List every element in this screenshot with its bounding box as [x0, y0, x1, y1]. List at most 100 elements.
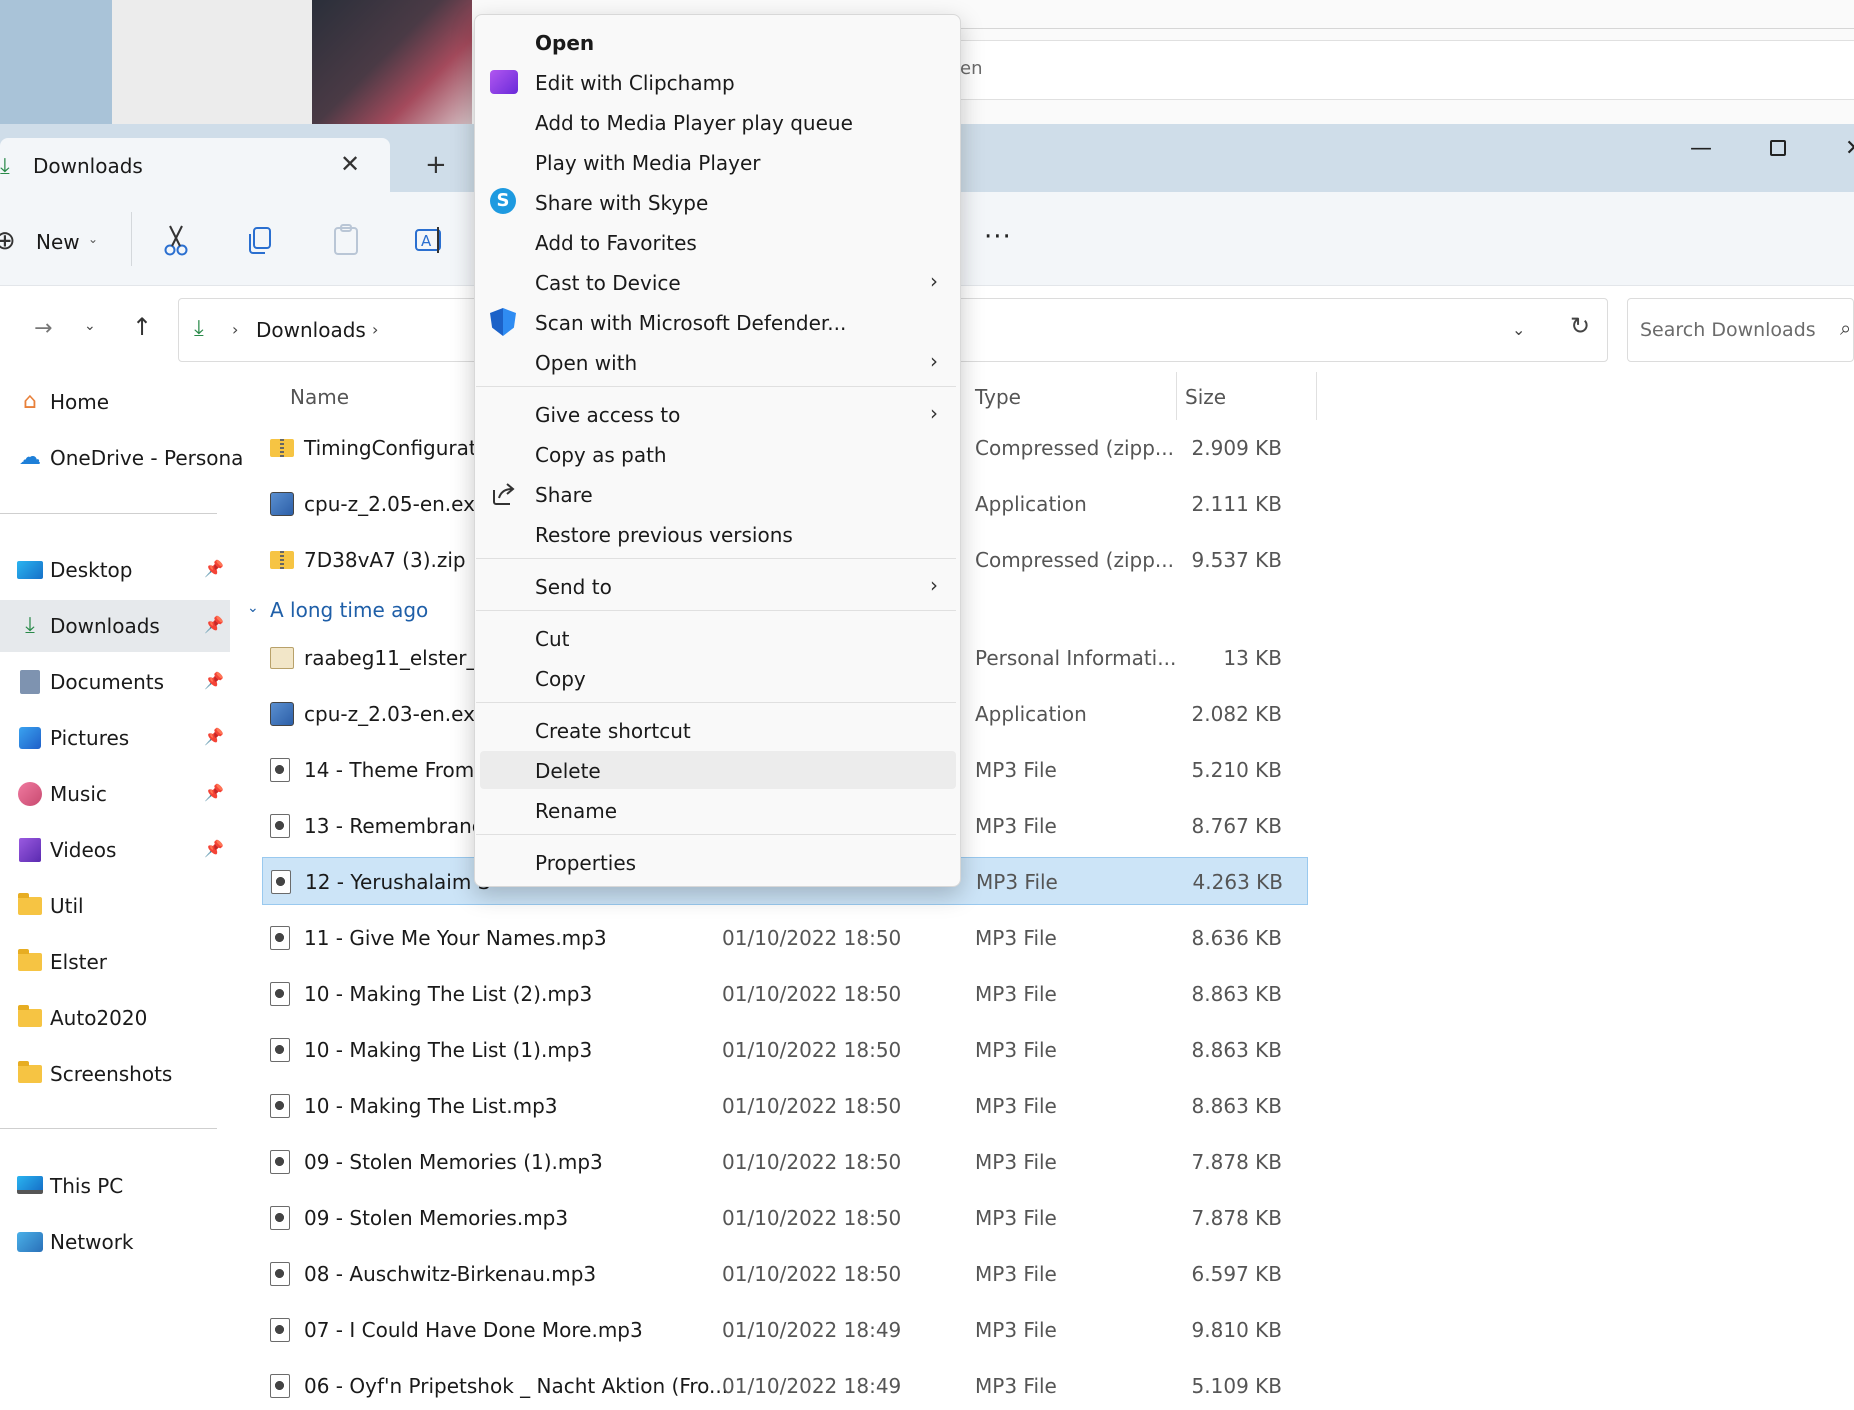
audio-file-icon	[270, 1262, 292, 1286]
download-icon: ⤓	[0, 154, 10, 179]
pin-icon[interactable]: 📌	[204, 671, 224, 690]
chevron-right-icon: ›	[930, 269, 938, 293]
sidebar-item-videos[interactable]: Videos 📌	[0, 824, 230, 876]
menu-item-copy[interactable]: Copy	[480, 659, 956, 697]
skype-icon: S	[490, 188, 518, 216]
column-divider[interactable]	[1176, 372, 1177, 420]
group-header[interactable]: A long time ago	[270, 598, 428, 622]
file-row[interactable]: 09 - Stolen Memories (1).mp3 01/10/2022 …	[262, 1138, 1308, 1186]
menu-item-add-to-play-queue[interactable]: Add to Media Player play queue	[480, 103, 956, 141]
maximize-button[interactable]	[1770, 140, 1786, 156]
menu-item-open[interactable]: Open	[480, 23, 956, 61]
pin-icon[interactable]: 📌	[204, 615, 224, 634]
search-icon[interactable]: ⌕	[1840, 316, 1851, 340]
pictures-icon	[16, 725, 44, 751]
menu-item-create-shortcut[interactable]: Create shortcut	[480, 711, 956, 749]
address-history-dropdown[interactable]: ⌄	[1512, 320, 1525, 339]
sidebar-item-network[interactable]: Network	[0, 1216, 230, 1268]
sidebar-item-documents[interactable]: Documents 📌	[0, 656, 230, 708]
sidebar-item-downloads[interactable]: ⤓ Downloads 📌	[0, 600, 230, 652]
column-header-name[interactable]: Name	[290, 385, 349, 409]
menu-item-restore-versions[interactable]: Restore previous versions	[480, 515, 956, 553]
file-row[interactable]: 10 - Making The List.mp3 01/10/2022 18:5…	[262, 1082, 1308, 1130]
sidebar-item-auto2020[interactable]: Auto2020	[0, 992, 230, 1044]
paste-icon[interactable]	[330, 222, 362, 258]
file-row[interactable]: 08 - Auschwitz-Birkenau.mp3 01/10/2022 1…	[262, 1250, 1308, 1298]
home-icon: ⌂	[23, 389, 37, 414]
toolbar-divider	[131, 212, 132, 266]
column-header-type[interactable]: Type	[975, 385, 1021, 409]
menu-item-cast-to-device[interactable]: Cast to Device ›	[480, 263, 956, 301]
background-divider	[845, 28, 1854, 29]
recent-locations-button[interactable]: ⌄	[84, 318, 96, 334]
sidebar-item-home[interactable]: ⌂ Home	[0, 376, 230, 428]
menu-item-open-with[interactable]: Open with ›	[480, 343, 956, 381]
column-divider[interactable]	[1316, 372, 1317, 420]
more-options-button[interactable]: ···	[984, 222, 1012, 252]
file-row[interactable]: 11 - Give Me Your Names.mp3 01/10/2022 1…	[262, 914, 1308, 962]
pin-icon[interactable]: 📌	[204, 727, 224, 746]
pin-icon[interactable]: 📌	[204, 839, 224, 858]
chevron-right-icon: ›	[930, 349, 938, 373]
menu-item-edit-clipchamp[interactable]: Edit with Clipchamp	[480, 63, 956, 101]
sidebar-item-desktop[interactable]: Desktop 📌	[0, 544, 230, 596]
sidebar-item-elster[interactable]: Elster	[0, 936, 230, 988]
sidebar-item-music[interactable]: Music 📌	[0, 768, 230, 820]
menu-item-play-media-player[interactable]: Play with Media Player	[480, 143, 956, 181]
copy-icon[interactable]	[245, 222, 277, 258]
audio-file-icon	[270, 1094, 292, 1118]
sidebar-divider	[0, 513, 217, 514]
menu-item-scan-defender[interactable]: Scan with Microsoft Defender...	[480, 303, 956, 341]
pin-icon[interactable]: 📌	[204, 783, 224, 802]
menu-item-copy-as-path[interactable]: Copy as path	[480, 435, 956, 473]
menu-item-cut[interactable]: Cut	[480, 619, 956, 657]
menu-item-delete[interactable]: Delete	[480, 751, 956, 789]
forward-button[interactable]: →	[34, 316, 52, 341]
menu-item-properties[interactable]: Properties	[480, 843, 956, 881]
clipchamp-icon	[490, 68, 518, 96]
breadcrumb-chevron[interactable]: ›	[232, 320, 238, 339]
new-tab-button[interactable]: +	[425, 150, 447, 180]
sidebar-item-this-pc[interactable]: This PC	[0, 1160, 230, 1212]
sidebar-item-onedrive[interactable]: ☁ OneDrive - Persona	[0, 432, 243, 484]
menu-item-share[interactable]: Share	[480, 475, 956, 513]
videos-icon	[16, 837, 44, 863]
chevron-down-icon[interactable]: ⌄	[88, 232, 98, 246]
menu-separator	[476, 386, 956, 387]
pin-icon[interactable]: 📌	[204, 559, 224, 578]
menu-item-rename[interactable]: Rename	[480, 791, 956, 829]
folder-icon	[16, 1061, 44, 1087]
file-row[interactable]: 09 - Stolen Memories.mp3 01/10/2022 18:5…	[262, 1194, 1308, 1242]
folder-icon	[16, 949, 44, 975]
breadcrumb-chevron[interactable]: ›	[372, 320, 378, 339]
add-circle-icon[interactable]: ⊕	[0, 226, 16, 256]
menu-item-share-skype[interactable]: S Share with Skype	[480, 183, 956, 221]
rename-icon[interactable]: A	[414, 222, 446, 258]
audio-file-icon	[270, 926, 292, 950]
minimize-button[interactable]: —	[1690, 136, 1712, 161]
background-window-panel	[112, 0, 312, 124]
menu-item-add-favorites[interactable]: Add to Favorites	[480, 223, 956, 261]
menu-item-give-access[interactable]: Give access to ›	[480, 395, 956, 433]
sidebar-item-util[interactable]: Util	[0, 880, 230, 932]
audio-file-icon	[270, 982, 292, 1006]
audio-file-icon	[270, 1206, 292, 1230]
file-row[interactable]: 10 - Making The List (2).mp3 01/10/2022 …	[262, 970, 1308, 1018]
menu-separator	[476, 558, 956, 559]
breadcrumb-downloads[interactable]: Downloads	[256, 318, 366, 342]
sidebar-item-screenshots[interactable]: Screenshots	[0, 1048, 230, 1100]
sidebar-item-pictures[interactable]: Pictures 📌	[0, 712, 230, 764]
menu-item-send-to[interactable]: Send to ›	[480, 567, 956, 605]
file-row[interactable]: 10 - Making The List (1).mp3 01/10/2022 …	[262, 1026, 1308, 1074]
refresh-button[interactable]: ↻	[1570, 312, 1590, 340]
tab-close-button[interactable]: ✕	[340, 150, 360, 178]
new-button[interactable]: New	[36, 230, 80, 254]
column-header-size[interactable]: Size	[1185, 385, 1226, 409]
audio-file-icon	[270, 758, 292, 782]
up-button[interactable]: ↑	[132, 313, 152, 341]
close-window-button[interactable]: ✕	[1845, 136, 1854, 161]
file-row[interactable]: 06 - Oyf'n Pripetshok _ Nacht Aktion (Fr…	[262, 1362, 1308, 1410]
file-row[interactable]: 07 - I Could Have Done More.mp3 01/10/20…	[262, 1306, 1308, 1354]
chevron-down-icon[interactable]: ⌄	[247, 600, 259, 616]
cut-icon[interactable]	[160, 222, 192, 258]
